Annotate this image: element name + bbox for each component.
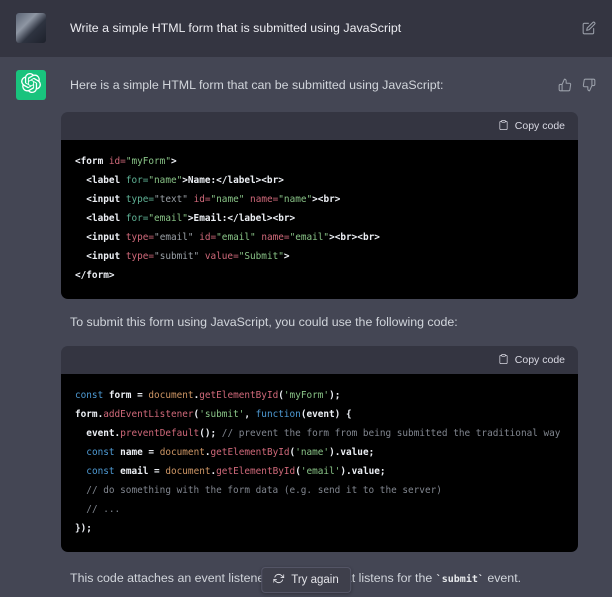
user-message-text: Write a simple HTML form that is submitt…	[61, 13, 557, 43]
openai-logo-icon	[21, 73, 41, 98]
try-again-button[interactable]: Try again	[261, 567, 351, 593]
thumbs-down-button[interactable]	[582, 78, 596, 92]
code-block-header: Copy code	[61, 346, 578, 374]
code-line: const name = document.getElementById('na…	[75, 443, 564, 462]
code-line: <input type="email" id="email" name="ema…	[75, 228, 564, 247]
thumbs-down-icon	[582, 80, 596, 95]
edit-message-button[interactable]	[582, 21, 596, 35]
code-line: <input type="submit" value="Submit">	[75, 247, 564, 266]
code-line: </form>	[75, 266, 564, 285]
assistant-message-row: Here is a simple HTML form that can be s…	[0, 57, 612, 597]
assistant-avatar	[16, 70, 46, 100]
copy-code-label: Copy code	[515, 354, 565, 366]
code-line: form.addEventListener('submit', function…	[75, 405, 564, 424]
copy-code-button[interactable]: Copy code	[498, 119, 565, 134]
copy-code-label: Copy code	[515, 120, 565, 132]
code-line: // do something with the form data (e.g.…	[75, 481, 564, 500]
code-line: <form id="myForm">	[75, 152, 564, 171]
code-block-header: Copy code	[61, 112, 578, 140]
regenerate-icon	[273, 573, 284, 587]
code-line: const email = document.getElementById('e…	[75, 462, 564, 481]
code-line: // ...	[75, 500, 564, 519]
thumbs-up-button[interactable]	[558, 78, 572, 92]
code-body: <form id="myForm"> <label for="name">Nam…	[61, 140, 578, 299]
code-line: <label for="name">Name:</label><br>	[75, 171, 564, 190]
code-body: const form = document.getElementById('my…	[61, 374, 578, 552]
thumbs-up-icon	[558, 80, 572, 95]
code-line: event.preventDefault(); // prevent the f…	[75, 424, 564, 443]
code-line: const form = document.getElementById('my…	[75, 386, 564, 405]
assistant-middle-text: To submit this form using JavaScript, yo…	[61, 315, 537, 330]
code-line: <input type="text" id="name" name="name"…	[75, 190, 564, 209]
edit-icon	[582, 23, 596, 38]
code-block-js: Copy code const form = document.getEleme…	[61, 346, 578, 552]
user-message-row: Write a simple HTML form that is submitt…	[0, 0, 612, 57]
try-again-label: Try again	[291, 574, 339, 586]
clipboard-icon	[498, 119, 509, 134]
user-avatar	[16, 13, 46, 43]
code-line: <label for="email">Email:</label><br>	[75, 209, 564, 228]
copy-code-button[interactable]: Copy code	[498, 353, 565, 368]
clipboard-icon	[498, 353, 509, 368]
code-block-html: Copy code <form id="myForm"> <label for=…	[61, 112, 578, 299]
assistant-intro-text: Here is a simple HTML form that can be s…	[61, 70, 537, 100]
code-line: });	[75, 519, 564, 538]
